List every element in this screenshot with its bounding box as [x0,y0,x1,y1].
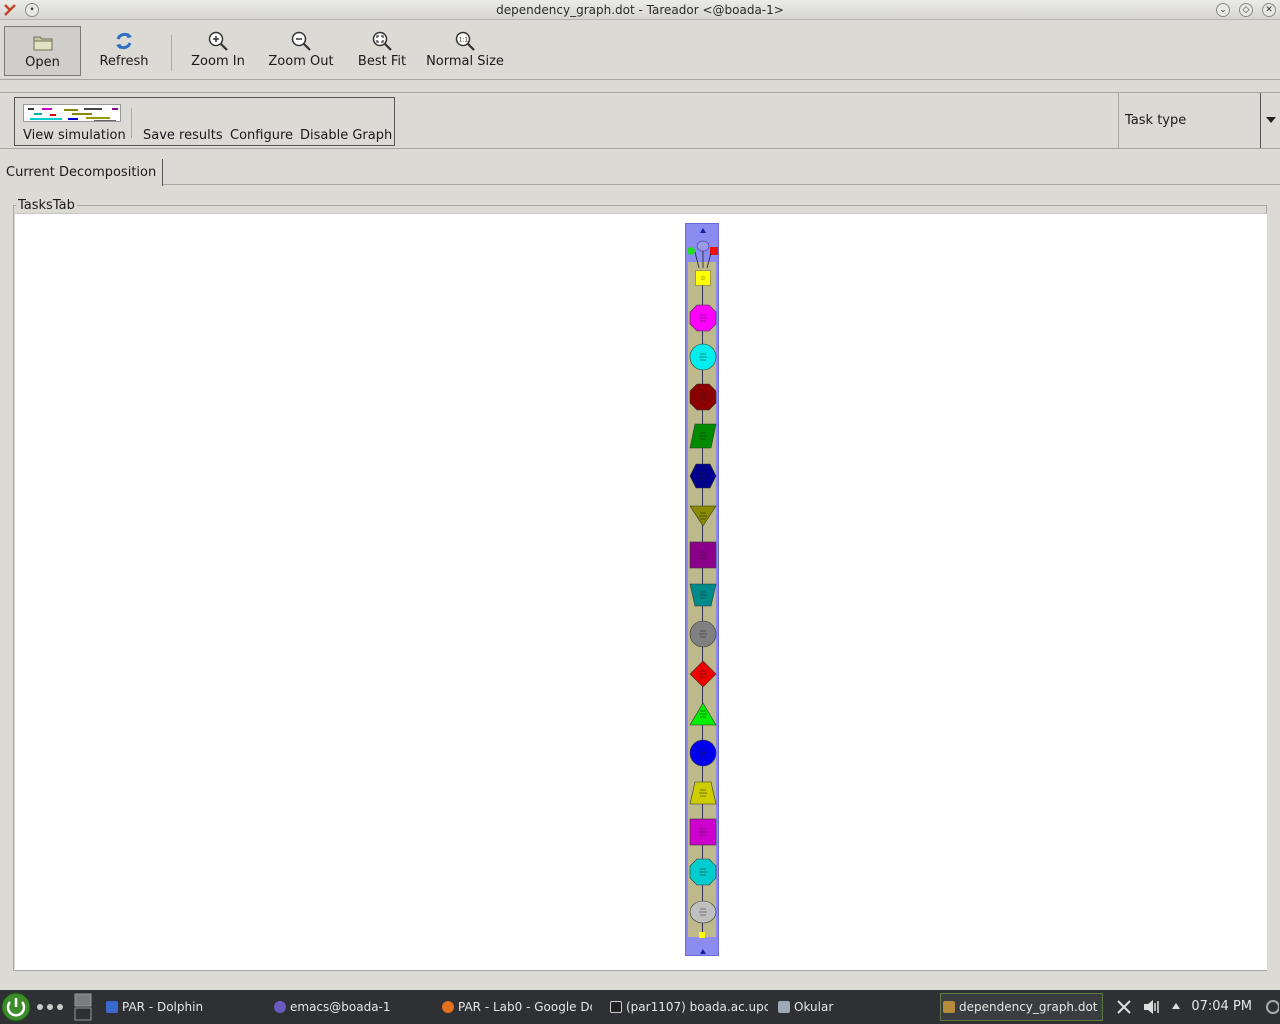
graph-canvas[interactable] [15,213,1267,970]
open-button[interactable]: Open [4,26,81,76]
taskbar-item-tareador[interactable]: dependency_graph.dot [940,993,1103,1021]
graph-task-node[interactable] [695,270,711,286]
best-fit-label: Best Fit [357,54,407,69]
window-title: dependency_graph.dot - Tareador <@boada-… [496,3,784,17]
best-fit-button[interactable]: Best Fit [354,26,410,76]
graph-task-node[interactable] [689,422,717,450]
tab-current-decomposition[interactable]: Current Decomposition [0,159,164,186]
normal-size-button[interactable]: 1:1 Normal Size [425,26,505,76]
more-apps-icon[interactable] [36,1003,68,1011]
graph-task-node[interactable] [689,898,717,926]
zoom-in-button[interactable]: Zoom In [188,26,248,76]
normal-size-label: Normal Size [426,54,504,69]
graph-task-node[interactable] [689,343,717,371]
simulation-panel: View simulation Save results Configure D… [14,97,395,146]
svg-text:1:1: 1:1 [459,37,469,44]
okular-icon [778,1001,790,1013]
graph-task-node[interactable] [689,779,717,807]
desktop-pager-icon[interactable] [74,992,92,1022]
taskbar-item-label: Okular [794,1000,834,1014]
close-button[interactable]: ✕ [1262,3,1276,17]
taskbar-item-label: PAR - Dolphin [122,1000,204,1014]
zoom-out-button[interactable]: Zoom Out [266,26,336,76]
simulation-thumbnail[interactable] [23,104,121,122]
graph-task-node[interactable] [689,383,717,411]
taskbar-item-label: PAR - Lab0 - Google Doc [458,1000,592,1014]
taskbar-item-firefox[interactable]: PAR - Lab0 - Google Doc [440,990,592,1024]
graph-start-cluster [687,228,718,269]
zoom-out-label: Zoom Out [268,54,334,69]
graph-task-node[interactable] [689,502,717,530]
firefox-icon [442,1001,454,1013]
graph-end-cluster [699,932,706,954]
emacs-icon [274,1001,286,1013]
best-fit-icon [372,31,392,51]
dolphin-icon [106,1001,118,1013]
graph-task-node[interactable] [689,858,717,886]
task-type-label: Task type [1125,113,1187,128]
task-type-select[interactable]: Task type [1118,93,1280,148]
tab-bar: Current Decomposition [0,159,1280,186]
graph-task-node[interactable] [689,660,717,688]
tasks-tab-label: TasksTab [16,198,77,213]
window-titlebar: • dependency_graph.dot - Tareador <@boad… [0,0,1280,20]
notifications-icon[interactable] [1265,999,1279,1015]
configure-button[interactable]: Configure [230,128,293,143]
taskbar-item-label: dependency_graph.dot [959,1000,1098,1014]
taskbar-item-label: emacs@boada-1 [290,1000,391,1014]
maximize-button[interactable]: ◇ [1239,3,1253,17]
taskbar-item-okular[interactable]: Okular [776,990,936,1024]
simulation-toolbar: View simulation Save results Configure D… [0,92,1280,149]
system-taskbar: PAR - Dolphin emacs@boada-1 PAR - Lab0 -… [0,990,1280,1024]
volume-icon[interactable] [1142,999,1160,1015]
simulation-separator [131,108,132,138]
taskbar-item-emacs[interactable]: emacs@boada-1 [272,990,432,1024]
taskbar-item-dolphin[interactable]: PAR - Dolphin [104,990,264,1024]
network-icon[interactable] [1116,999,1132,1015]
open-label: Open [25,55,60,70]
graph-task-node[interactable] [689,739,717,767]
zoom-out-icon [291,31,311,51]
graph-task-node[interactable] [689,541,717,569]
minimize-button[interactable]: ⌄ [1216,3,1230,17]
graph-task-node[interactable] [689,818,717,846]
dependency-graph[interactable] [685,223,719,956]
tasks-tab-group: TasksTab [13,198,1267,971]
tareador-icon [943,1001,955,1013]
refresh-label: Refresh [99,54,149,69]
save-results-button[interactable]: Save results [143,128,223,143]
start-menu-icon[interactable] [1,992,31,1022]
graph-task-node[interactable] [689,620,717,648]
graph-task-node[interactable] [689,462,717,490]
disable-graph-button[interactable]: Disable Graph [300,128,392,143]
refresh-icon [116,32,132,50]
zoom-in-label: Zoom In [191,54,245,69]
zoom-in-icon [208,31,228,51]
graph-task-node[interactable] [689,700,717,728]
dropdown-arrow-icon[interactable] [1260,93,1280,148]
graph-task-node[interactable] [689,581,717,609]
graph-task-node[interactable] [689,304,717,332]
folder-icon [33,36,52,51]
taskbar-item-terminal[interactable]: (par1107) boada.ac.upc [608,990,768,1024]
terminal-icon [610,1001,622,1013]
refresh-button[interactable]: Refresh [96,26,152,76]
clock: 07:04 PM [1191,999,1252,1014]
normal-size-icon: 1:1 [455,31,475,51]
toolbar-separator [171,35,172,71]
taskbar-item-label: (par1107) boada.ac.upc [626,1000,768,1014]
main-toolbar: Open Refresh Zoom In Zoom Out Best Fit 1… [0,21,1280,80]
view-simulation-button[interactable]: View simulation [23,128,126,143]
tray-expand-icon[interactable] [1171,1002,1181,1010]
